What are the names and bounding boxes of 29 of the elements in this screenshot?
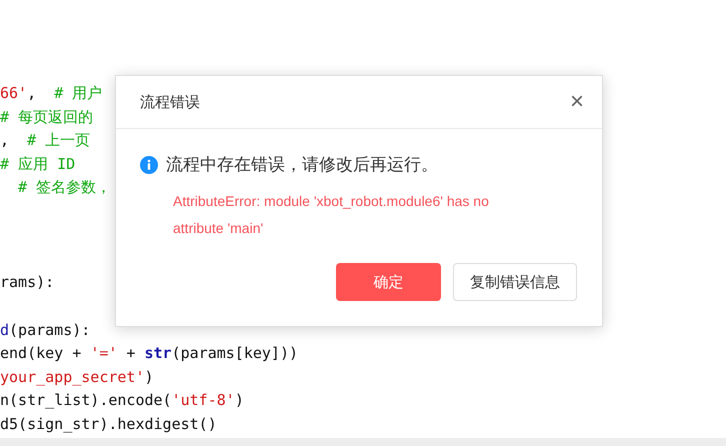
code-token: str [144,344,172,362]
confirm-button[interactable]: 确定 [336,263,441,301]
code-token: 'utf-8' [172,391,235,410]
code-token: # 每页返回的 [0,108,94,126]
code-token: , [0,131,10,150]
code-token: your_app_secret' [0,368,144,386]
code-token: # 用户 [54,84,102,102]
code-token: 66' [0,84,28,102]
error-detail: AttributeError: module 'xbot_robot.module6' has no attribute 'main' [173,192,490,238]
code-token: rams): [0,272,54,291]
code-token: # 签名参数， [18,178,112,196]
code-token: ) [144,368,154,386]
code-token: # 上一页 [27,131,90,150]
copy-button[interactable]: 复制错误信息 [453,263,577,301]
code-token: , [27,84,38,102]
code-token: '=' [90,344,118,362]
code-token: ) [234,391,244,410]
code-token: (params): [9,320,90,339]
code-token: + [125,344,136,362]
info-icon [140,156,158,174]
code-token: # 应用 ID [0,154,76,173]
code-token: d [0,320,10,339]
code-token: n(str_list).encode( [0,391,172,410]
code-token: (params[key])) [172,344,298,362]
code-token: end(key + [0,344,82,362]
dialog-title: 流程错误 [140,92,200,112]
code-token: d5(sign_str).hexdigest() [0,414,217,433]
error-message: 流程中存在错误，请修改后再运行。 [166,154,438,176]
close-button[interactable]: × [570,90,584,114]
